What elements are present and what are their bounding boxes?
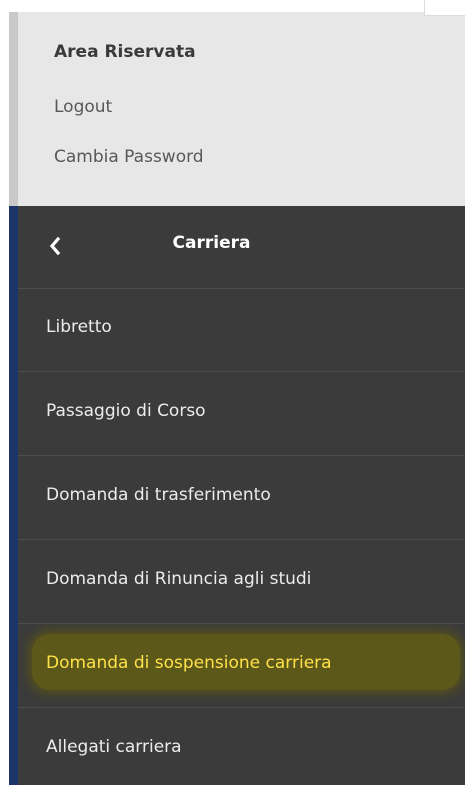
menu-item-libretto[interactable]: Libretto (18, 289, 465, 372)
menu-item-domanda-sospensione[interactable]: Domanda di sospensione carriera (18, 625, 465, 708)
menu-title: Carriera (172, 233, 251, 253)
menu-item-label: Libretto (46, 317, 112, 337)
change-password-link[interactable]: Cambia Password (54, 147, 204, 167)
menu-item-label: Domanda di Rinuncia agli studi (46, 569, 312, 589)
reserved-area-panel: Area Riservata Logout Cambia Password (9, 12, 465, 206)
menu-item-passaggio-di-corso[interactable]: Passaggio di Corso (18, 373, 465, 456)
menu-item-label: Domanda di sospensione carriera (46, 653, 332, 673)
career-menu: Carriera Libretto Passaggio di Corso Dom… (9, 206, 465, 785)
screenshot-frame: Area Riservata Logout Cambia Password Ca… (0, 0, 465, 785)
menu-item-domanda-trasferimento[interactable]: Domanda di trasferimento (18, 457, 465, 540)
menu-item-allegati-carriera[interactable]: Allegati carriera (18, 709, 465, 792)
menu-item-label: Domanda di trasferimento (46, 485, 271, 505)
reserved-area-title: Area Riservata (54, 42, 196, 62)
logout-link[interactable]: Logout (54, 97, 112, 117)
menu-item-label: Allegati carriera (46, 737, 182, 757)
menu-item-domanda-rinuncia[interactable]: Domanda di Rinuncia agli studi (18, 541, 465, 624)
top-tab-edge (424, 0, 465, 16)
menu-header: Carriera (18, 206, 465, 289)
menu-item-label: Passaggio di Corso (46, 401, 206, 421)
